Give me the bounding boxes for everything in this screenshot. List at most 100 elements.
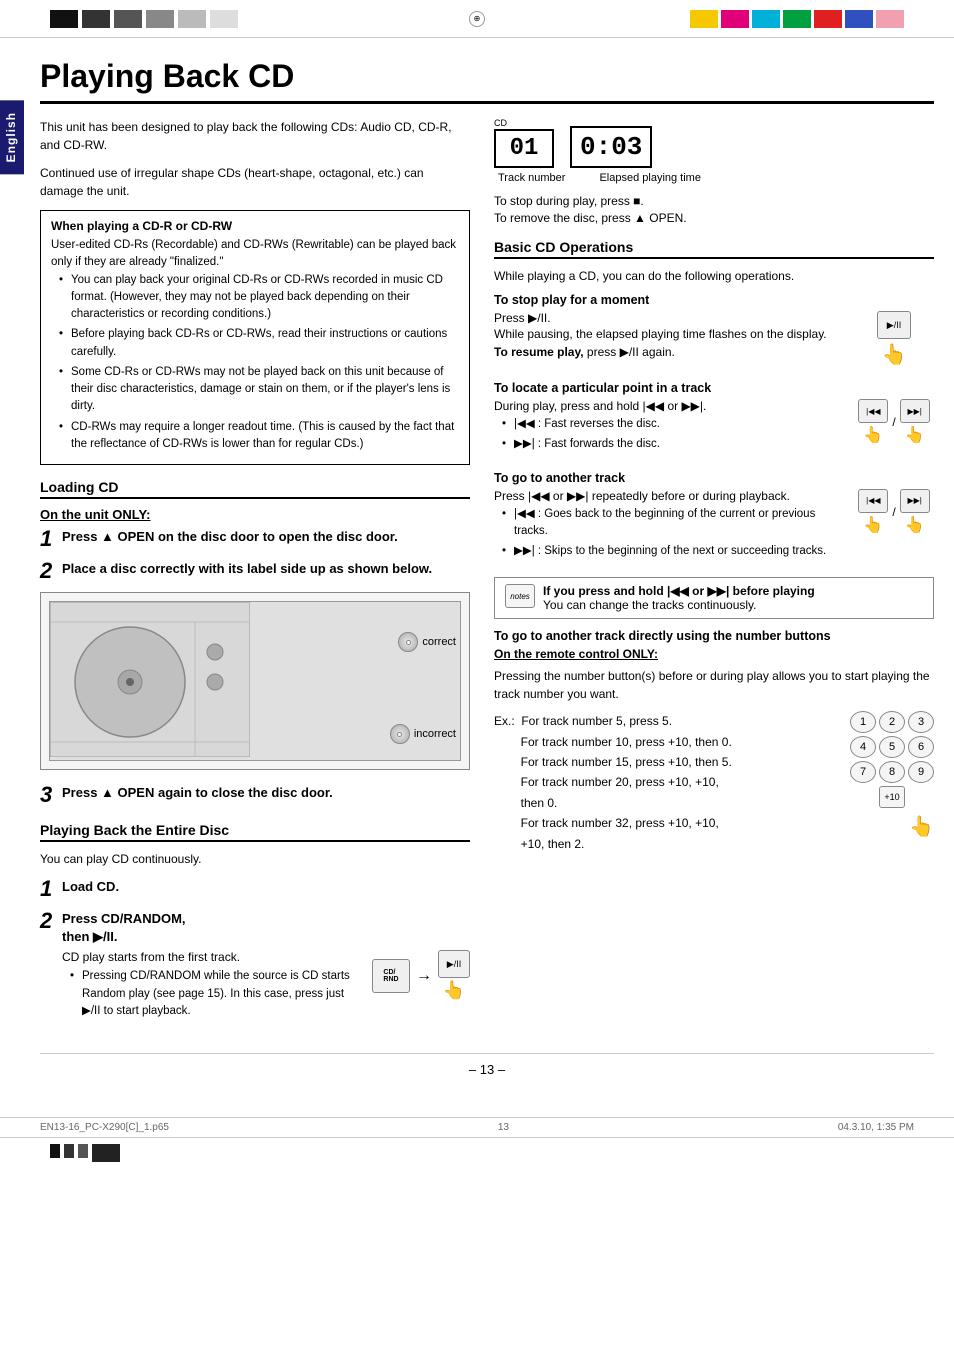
basic-ops-header: Basic CD Operations [494,239,934,259]
cd-image-area: correct incorrect [40,592,470,770]
header-bar: ⊕ [0,0,954,38]
locate-section: To locate a particular point in a track … [494,381,934,457]
play-pause-btn-icon: ▶/II [438,950,470,978]
another-track-header: To go to another track [494,471,934,485]
number-buttons-text: Pressing the number button(s) before or … [494,667,934,703]
hand-icon-rew: 👆 [863,425,883,445]
step1-text: Press ▲ OPEN on the disc door to open th… [62,528,470,546]
footer: EN13-16_PC-X290[C]_1.p65 13 04.3.10, 1:3… [0,1117,954,1137]
hand-play-icon: ▶/II 👆 [438,950,470,1001]
another-track-text: Press |◀◀ or ▶▶| repeatedly before or du… [494,489,846,564]
cd-player-svg [50,602,250,757]
num-btn-empty [850,786,876,808]
list-item: Pressing CD/RANDOM while the source is C… [70,968,356,1020]
locate-text: During play, press and hold |◀◀ or ▶▶|. … [494,399,846,457]
num-btn-plus10: +10 [879,786,905,808]
list-item: You can play back your original CD-Rs or… [59,272,459,324]
display-group: CD 01 0:03 [494,118,934,168]
footer-left: EN13-16_PC-X290[C]_1.p65 [40,1122,169,1133]
footer-right: 04.3.10, 1:35 PM [838,1122,914,1133]
cd-random-btn-icon: CD/RND [372,959,410,993]
right-column: CD 01 0:03 Track number Elapsed playing … [494,118,934,1033]
hand-icon-stop: 👆 [882,342,907,367]
list-item: ▶▶| : Fast forwards the disc. [502,436,846,453]
list-item: CD-RWs may require a longer readout time… [59,419,459,454]
footer-center: 13 [498,1122,509,1133]
info-box-cdr: When playing a CD-R or CD-RW User-edited… [40,210,470,465]
fwd-btn-icon: ▶▶| [900,399,930,423]
num-btn-1: 1 [850,711,876,733]
stop-moment-icon: ▶/II 👆 [854,311,934,367]
hand-icon-fwd2: 👆 [905,515,925,535]
intro-line1: This unit has been designed to play back… [40,118,470,154]
hand-icon-rew2: 👆 [863,515,883,535]
num-btn-9: 9 [908,761,934,783]
elapsed-time-label: Elapsed playing time [599,172,701,184]
stop-moment-row: Press ▶/II. While pausing, the elapsed p… [494,311,934,367]
header-right-decoration [690,10,904,28]
example-text: Ex.: For track number 5, press 5. For tr… [494,711,834,854]
another-track-section: To go to another track Press |◀◀ or ▶▶| … [494,471,934,564]
slash-sep2: / [892,505,895,519]
notes-box: notes If you press and hold |◀◀ or ▶▶| b… [494,577,934,619]
on-unit-only-header: On the unit ONLY: [40,507,470,522]
locate-icons: |◀◀ 👆 / ▶▶| 👆 [854,399,934,445]
elapsed-time-display: 0:03 [570,126,652,168]
list-item: ▶▶| : Skips to the beginning of the next… [502,543,846,560]
remove-disc: To remove the disc, press ▲ OPEN. [494,211,934,225]
step1-number: 1 [40,528,58,550]
stop-during-play: To stop during play, press ■. [494,194,934,208]
hand-icon-fwd: 👆 [905,425,925,445]
pb-step2: 2 Press CD/RANDOM, then ▶/II. CD play st… [40,910,470,1023]
info-box-bullets: You can play back your original CD-Rs or… [51,272,459,454]
playing-back-intro: You can play CD continuously. [40,850,470,868]
example-col: Ex.: For track number 5, press 5. For tr… [494,711,934,854]
stop-moment-header: To stop play for a moment [494,293,934,307]
language-tab: English [0,100,24,174]
header-left-decoration [50,10,238,28]
locate-header: To locate a particular point in a track [494,381,934,395]
play-pause-icon: ▶/II [877,311,911,339]
cd-random-icons: CD/RND → ▶/II 👆 [372,950,470,1001]
number-grid: 1 2 3 4 5 6 7 8 9 +10 [850,711,934,808]
locate-bullets: |◀◀ : Fast reverses the disc. ▶▶| : Fast… [494,416,846,454]
correct-label: correct [398,632,456,652]
another-track-icons: |◀◀ 👆 / ▶▶| 👆 [854,489,934,535]
pb-step2-bullets: Pressing CD/RANDOM while the source is C… [62,968,356,1020]
playing-back-section: Playing Back the Entire Disc You can pla… [40,822,470,1023]
locate-row: During play, press and hold |◀◀ or ▶▶|. … [494,399,934,457]
basic-ops-intro: While playing a CD, you can do the follo… [494,267,934,285]
playing-back-header: Playing Back the Entire Disc [40,822,470,842]
another-track-bullets: |◀◀ : Goes back to the beginning of the … [494,506,846,561]
num-btn-7: 7 [850,761,876,783]
pb-step2-content: Press CD/RANDOM, then ▶/II. CD play star… [62,910,470,1023]
intro-line2: Continued use of irregular shape CDs (he… [40,164,470,200]
step2-number: 2 [40,560,58,582]
incorrect-label: incorrect [390,724,456,744]
display-section: CD 01 0:03 Track number Elapsed playing … [494,118,934,184]
step1: 1 Press ▲ OPEN on the disc door to open … [40,528,470,550]
bottom-bar [0,1137,954,1167]
pb-step1-text: Load CD. [62,878,470,896]
hand-pointing-icon: 👆 [443,980,465,1001]
info-box-title: When playing a CD-R or CD-RW [51,219,459,233]
num-btn-3: 3 [908,711,934,733]
notes-icon: notes [505,584,535,608]
example-text-block: Ex.: For track number 5, press 5. For tr… [494,711,834,854]
pb-step2-number: 2 [40,910,58,932]
number-buttons-grid: 1 2 3 4 5 6 7 8 9 +10 👆 [850,711,934,854]
loading-cd-header: Loading CD [40,479,470,499]
list-item: |◀◀ : Goes back to the beginning of the … [502,506,846,541]
list-item: Before playing back CD-Rs or CD-RWs, rea… [59,326,459,361]
step3-number: 3 [40,784,58,806]
num-btn-5: 5 [879,736,905,758]
elapsed-time-value: 0:03 [570,126,652,168]
track-number-label: Track number [498,172,565,184]
step2-text: Place a disc correctly with its label si… [62,560,470,578]
num-btn-2: 2 [879,711,905,733]
hand-icon-numpad: 👆 [850,814,934,839]
arrow-right-icon: → [416,967,432,985]
header-center-symbol: ⊕ [469,11,485,27]
track-number-display: CD 01 [494,118,554,168]
list-item: Some CD-Rs or CD-RWs may not be played b… [59,364,459,416]
